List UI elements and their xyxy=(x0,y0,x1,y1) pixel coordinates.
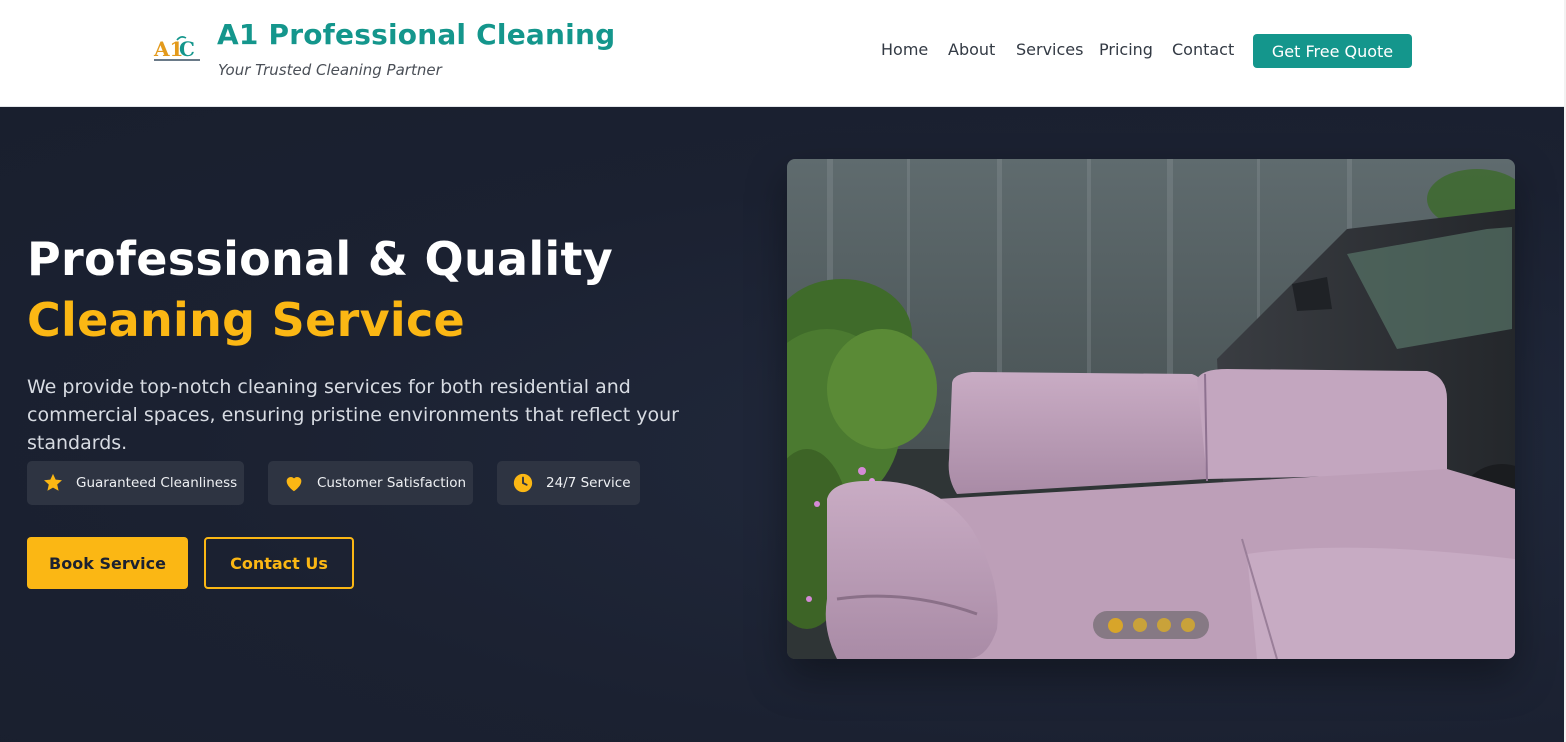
brand-name[interactable]: A1 Professional Cleaning xyxy=(217,18,615,51)
feature-badge-24-7: 24/7 Service xyxy=(497,461,640,505)
pink-sofa-image xyxy=(787,159,1515,659)
feature-badge-satisfaction: Customer Satisfaction xyxy=(268,461,473,505)
nav-services[interactable]: Services xyxy=(1016,40,1083,59)
star-icon xyxy=(42,472,64,494)
brand-tagline: Your Trusted Cleaning Partner xyxy=(218,61,442,79)
hero-description: We provide top-notch cleaning services f… xyxy=(27,376,679,454)
feature-label: Guaranteed Cleanliness xyxy=(76,475,238,491)
hero-image-carousel[interactable] xyxy=(787,159,1515,659)
feature-label: Customer Satisfaction xyxy=(317,475,467,491)
nav-about[interactable]: About xyxy=(948,40,995,59)
book-service-button[interactable]: Book Service xyxy=(27,537,188,589)
contact-us-button[interactable]: Contact Us xyxy=(204,537,354,589)
feature-badge-cleanliness: Guaranteed Cleanliness xyxy=(27,461,244,505)
get-free-quote-button[interactable]: Get Free Quote xyxy=(1253,34,1412,68)
hero-title-line2: Cleaning Service xyxy=(27,293,466,347)
site-header: A1 C A1 Professional Cleaning Your Trust… xyxy=(0,0,1564,107)
a1c-logo-icon[interactable]: A1 C xyxy=(153,34,201,66)
hero-title-line1: Professional & Quality xyxy=(27,232,614,286)
carousel-dot-1[interactable] xyxy=(1107,617,1123,633)
nav-home[interactable]: Home xyxy=(881,40,928,59)
carousel-dot-2[interactable] xyxy=(1132,618,1147,632)
carousel-dot-3[interactable] xyxy=(1156,618,1171,632)
heart-icon xyxy=(283,472,305,494)
carousel-dot-4[interactable] xyxy=(1180,618,1195,632)
feature-label: 24/7 Service xyxy=(546,475,631,491)
svg-text:C: C xyxy=(179,37,195,61)
nav-pricing[interactable]: Pricing xyxy=(1099,40,1153,59)
carousel-indicators xyxy=(1093,611,1209,639)
clock-icon xyxy=(512,472,534,494)
nav-contact[interactable]: Contact xyxy=(1172,40,1234,59)
